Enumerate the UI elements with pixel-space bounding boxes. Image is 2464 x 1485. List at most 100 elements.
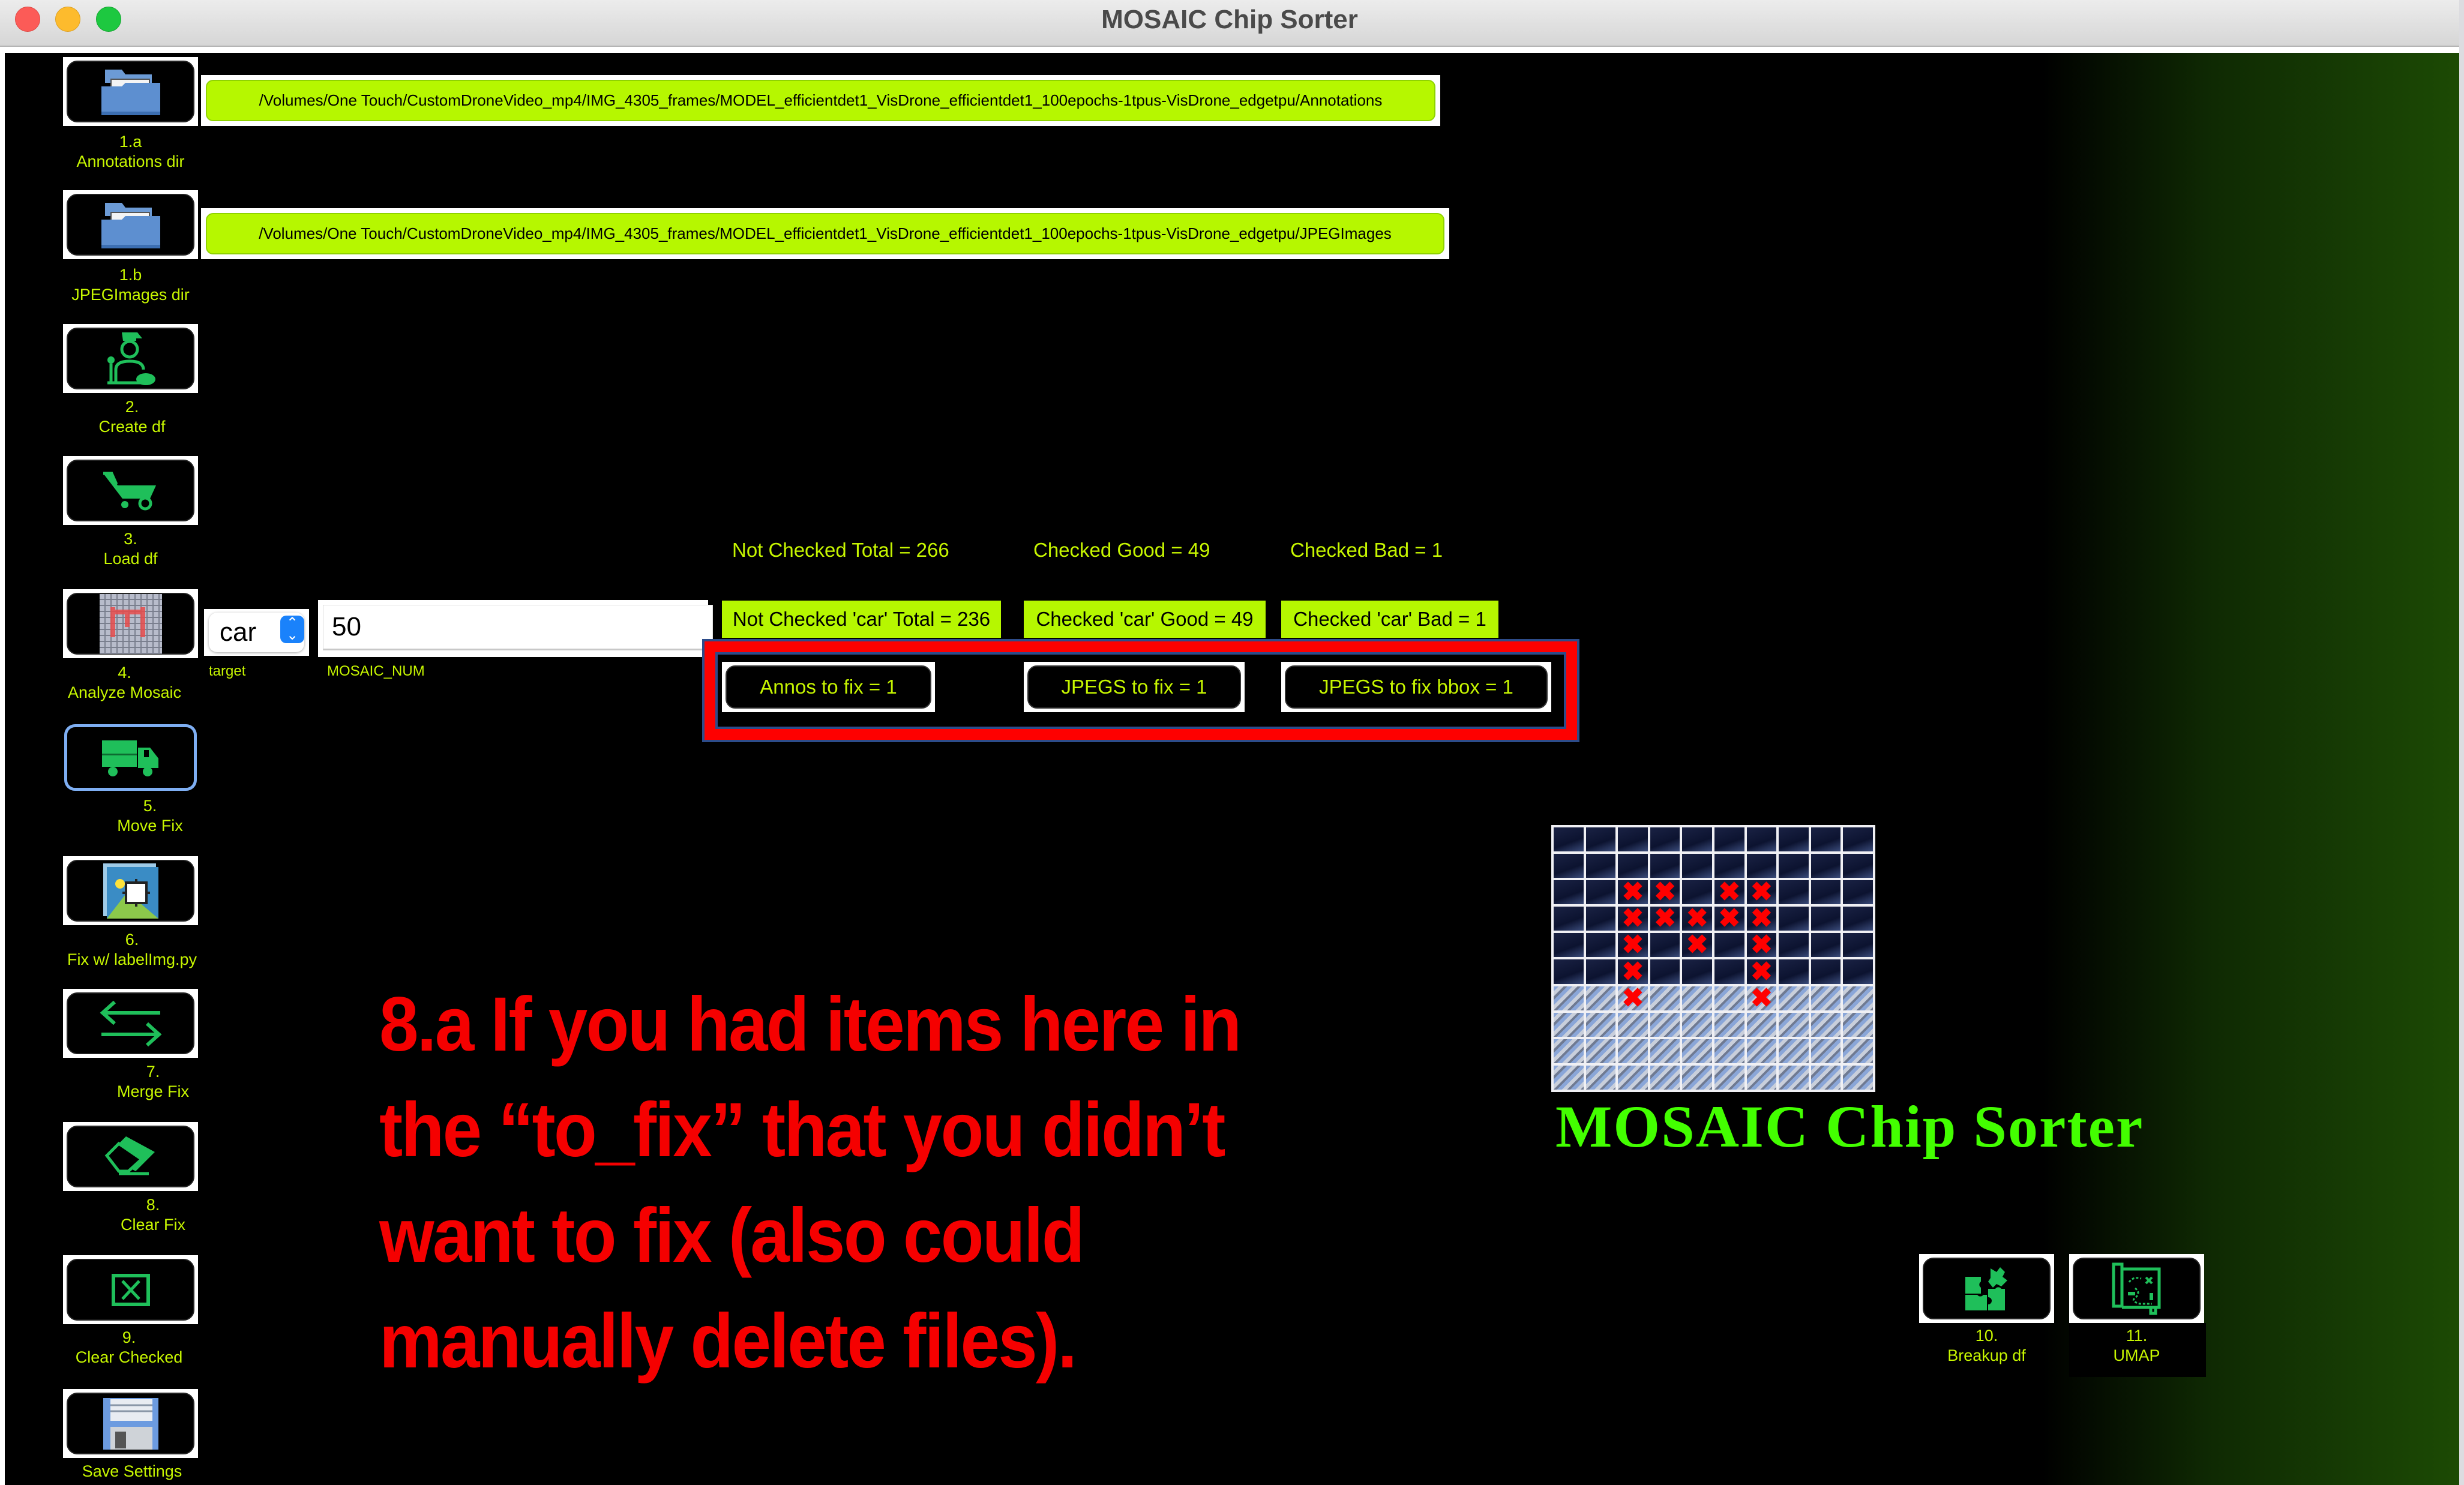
mosaic-chip <box>1714 854 1744 878</box>
analyze-mosaic-label: 4. Analyze Mosaic <box>54 663 195 703</box>
mosaic-chip <box>1585 880 1616 905</box>
target-select-value: car <box>220 617 257 647</box>
clear-fix-button[interactable] <box>63 1122 198 1191</box>
mosaic-chip <box>1714 1065 1744 1090</box>
mosaic-chip <box>1779 933 1809 958</box>
merge-fix-button[interactable] <box>63 989 198 1058</box>
note-line: the “to_fix” that you didn’t <box>379 1087 1225 1173</box>
mosaic-chip <box>1810 986 1841 1010</box>
create-df-label: 2. Create df <box>63 397 201 437</box>
clear-fix-label: 8. Clear Fix <box>78 1195 228 1235</box>
red-x-mark-icon: ✖ <box>1686 904 1708 934</box>
red-x-mark-icon: ✖ <box>1718 877 1741 907</box>
step-label: Create df <box>98 418 166 436</box>
mosaic-chip <box>1746 1012 1777 1037</box>
step-label: JPEGImages dir <box>71 286 190 304</box>
mosaic-chip <box>1843 959 1873 984</box>
save-settings-button[interactable] <box>63 1389 198 1458</box>
mosaic-chip <box>1810 959 1841 984</box>
red-x-mark-icon: ✖ <box>1686 930 1708 960</box>
truck-icon <box>101 737 161 779</box>
floppy-disk-icon <box>102 1397 160 1451</box>
mosaic-chip <box>1618 1012 1648 1037</box>
mosaic-chip <box>1618 1065 1648 1090</box>
mosaic-chip <box>1650 827 1680 852</box>
mosaic-num-input[interactable] <box>323 605 713 650</box>
mosaic-chip <box>1618 827 1648 852</box>
jpegs-to-fix-bbox-label: JPEGS to fix bbox = 1 <box>1285 665 1548 709</box>
mosaic-chip <box>1554 959 1584 984</box>
mosaic-num-field[interactable] <box>318 600 713 657</box>
mosaic-chip <box>1810 854 1841 878</box>
create-df-button[interactable] <box>63 324 198 393</box>
mosaic-chip: ✖ <box>1746 985 1777 1011</box>
mosaic-chip: ✖ <box>1682 904 1712 934</box>
mosaic-chip <box>1585 959 1616 984</box>
step-number: 5. <box>143 797 157 815</box>
mosaic-chip <box>1554 1012 1584 1037</box>
annotations-path-text: /Volumes/One Touch/CustomDroneVideo_mp4/… <box>206 80 1435 121</box>
app-window: MOSAIC Chip Sorter 1.a Annotations dir 1.… <box>0 0 2459 1485</box>
red-x-mark-icon: ✖ <box>1621 904 1644 934</box>
mosaic-chip: ✖ <box>1682 930 1712 960</box>
wheelbarrow-icon <box>101 470 161 512</box>
mosaic-chip <box>1682 1012 1712 1037</box>
clear-checked-label: 9. Clear Checked <box>45 1328 213 1367</box>
mosaic-chip <box>1843 986 1873 1010</box>
annotations-path-field[interactable]: /Volumes/One Touch/CustomDroneVideo_mp4/… <box>201 75 1440 126</box>
red-x-mark-icon: ✖ <box>1654 877 1677 907</box>
mosaic-logo-image: ✖ ✖ ✖ ✖ ✖ ✖ ✖ ✖ ✖ ✖ ✖ ✖ ✖ ✖ ✖ ✖ <box>1551 825 1875 1092</box>
red-x-mark-icon: ✖ <box>1621 877 1644 907</box>
mosaic-chip <box>1843 1039 1873 1063</box>
mosaic-chip <box>1810 933 1841 958</box>
mosaic-chip <box>1810 880 1841 905</box>
mosaic-chip <box>1650 933 1680 958</box>
mosaic-chip <box>1554 986 1584 1010</box>
jpegimages-path-field[interactable]: /Volumes/One Touch/CustomDroneVideo_mp4/… <box>201 208 1449 259</box>
jpegs-to-fix-button[interactable]: JPEGS to fix = 1 <box>1024 662 1245 712</box>
red-x-mark-icon: ✖ <box>1750 877 1773 907</box>
mosaic-chip <box>1810 1012 1841 1037</box>
analyze-mosaic-button[interactable] <box>63 589 198 658</box>
step-number: 6. <box>125 931 139 949</box>
mosaic-chip <box>1714 933 1744 958</box>
mosaic-chip: ✖ <box>1618 985 1648 1011</box>
annotations-dir-button[interactable] <box>63 57 198 126</box>
breakup-df-button[interactable] <box>1919 1254 2054 1323</box>
load-df-button[interactable] <box>63 456 198 525</box>
mosaic-chip <box>1810 1039 1841 1063</box>
mosaic-chip <box>1714 959 1744 984</box>
mosaic-chip <box>1714 1039 1744 1063</box>
clear-checked-button[interactable] <box>63 1255 198 1324</box>
target-select[interactable]: car ⌃ ⌄ <box>204 609 309 656</box>
folder-open-icon <box>98 65 164 119</box>
not-checked-target-total-stat: Not Checked 'car' Total = 236 <box>722 601 1001 638</box>
step-label: Merge Fix <box>116 1082 190 1100</box>
mosaic-chip <box>1779 986 1809 1010</box>
jpegimages-path-text: /Volumes/One Touch/CustomDroneVideo_mp4/… <box>206 213 1444 254</box>
mosaic-chip <box>1554 827 1584 852</box>
mosaic-chip <box>1714 827 1744 852</box>
gardener-person-icon <box>104 330 158 387</box>
mosaic-chip <box>1746 1039 1777 1063</box>
mosaic-chip <box>1843 880 1873 905</box>
jpegimages-dir-button[interactable] <box>63 190 198 259</box>
mosaic-chip <box>1650 854 1680 878</box>
mosaic-chip <box>1585 933 1616 958</box>
umap-button[interactable] <box>2069 1254 2204 1323</box>
annos-to-fix-button[interactable]: Annos to fix = 1 <box>722 662 935 712</box>
move-fix-button[interactable] <box>63 723 198 792</box>
mosaic-chip: ✖ <box>1746 877 1777 907</box>
step-label: Clear Checked <box>75 1348 183 1366</box>
jpegs-to-fix-bbox-button[interactable]: JPEGS to fix bbox = 1 <box>1281 662 1551 712</box>
jpegimages-dir-label: 1.b JPEGImages dir <box>63 265 198 305</box>
target-label: target <box>209 663 246 679</box>
red-x-mark-icon: ✖ <box>1621 930 1644 960</box>
note-line: 8.a If you had items here in <box>379 982 1242 1067</box>
step-label: Analyze Mosaic <box>67 683 182 701</box>
mosaic-chip <box>1585 986 1616 1010</box>
title-bar: MOSAIC Chip Sorter <box>0 0 2459 47</box>
mosaic-chip <box>1746 854 1777 878</box>
fix-labelimg-button[interactable] <box>63 856 198 925</box>
mosaic-chip <box>1682 986 1712 1010</box>
